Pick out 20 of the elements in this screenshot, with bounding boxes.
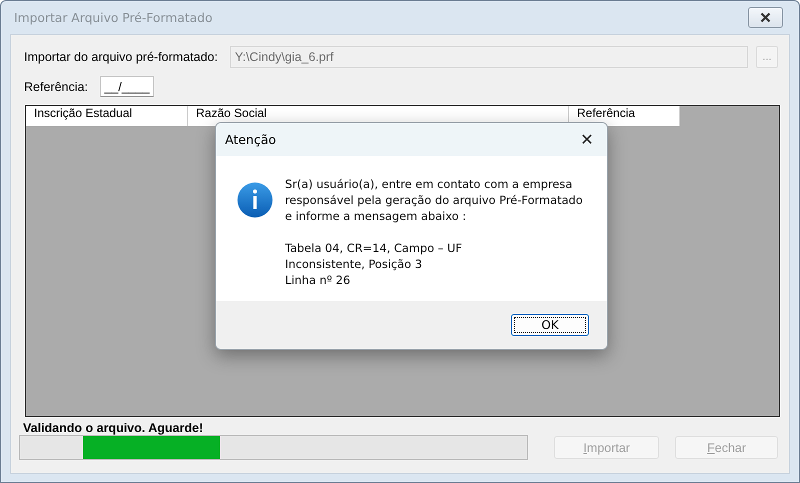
ok-button[interactable]: OK — [511, 314, 589, 336]
message-line: Sr(a) usuário(a), entre em contato com a empresa — [285, 176, 574, 192]
column-header[interactable]: Inscrição Estadual — [34, 107, 132, 120]
message-line: Linha nº 26 — [285, 272, 352, 288]
file-path-field[interactable]: Y:\Cindy\gia_6.prf — [230, 46, 748, 68]
message-line: responsável pela geração do arquivo Pré-Formatado — [285, 192, 583, 208]
message-line: e informe a mensagem abaixo : — [285, 208, 468, 224]
close-icon[interactable]: ✕ — [567, 123, 607, 156]
column-header[interactable]: Razão Social — [196, 107, 267, 120]
reference-field[interactable]: __/____ — [100, 76, 154, 97]
status-text: Validando o arquivo. Aguarde! — [23, 421, 204, 435]
column-header[interactable]: Referência — [577, 107, 636, 120]
file-label: Importar do arquivo pré-formatado: — [23, 50, 218, 64]
message-line: Inconsistente, Posição 3 — [285, 256, 424, 272]
info-icon — [237, 182, 273, 218]
reference-label: Referência: — [23, 80, 88, 94]
dialog-title: Atenção — [225, 132, 276, 147]
close-icon[interactable] — [748, 7, 783, 28]
message-line: Tabela 04, CR=14, Campo – UF — [285, 240, 463, 256]
window-title: Importar Arquivo Pré-Formatado — [13, 10, 212, 24]
